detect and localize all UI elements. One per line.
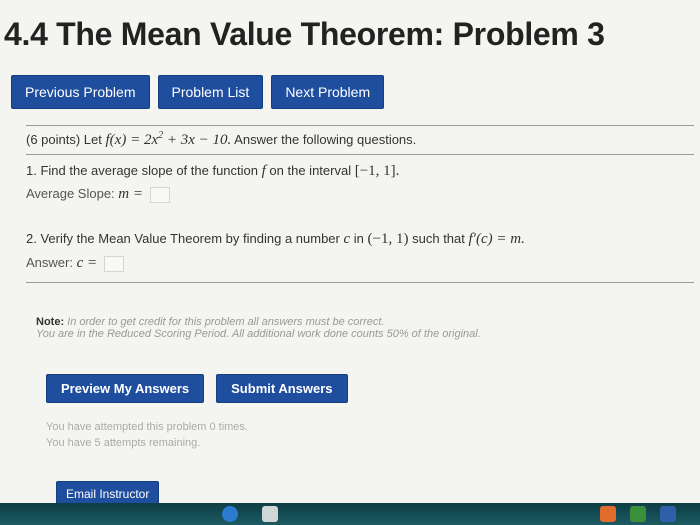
answer-actions: Preview My Answers Submit Answers [46,374,348,403]
average-slope-input[interactable] [149,186,170,203]
app-icon[interactable] [660,506,676,522]
next-problem-button[interactable]: Next Problem [271,75,385,109]
divider [26,125,694,126]
part2-question: 2. Verify the Mean Value Theorem by find… [26,231,525,247]
page-title: 4.4 The Mean Value Theorem: Problem 3 [4,16,605,52]
part1-answer-row: Average Slope: m = [26,186,694,203]
previous-problem-button[interactable]: Previous Problem [11,75,150,109]
part2-answer-row: Answer: c = [26,255,694,272]
problem-body: (6 points) Let f(x) = 2x2 + 3x − 10. Ans… [26,125,694,283]
problem-statement: (6 points) Let f(x) = 2x2 + 3x − 10. Ans… [26,130,417,148]
preview-answers-button[interactable]: Preview My Answers [46,374,205,403]
taskbar [0,503,700,525]
app-icon[interactable] [600,506,616,522]
part1-question: 1. Find the average slope of the functio… [26,163,400,179]
problem-list-button[interactable]: Problem List [157,75,264,109]
c-value-input[interactable] [103,255,124,272]
problem-nav: Previous Problem Problem List Next Probl… [11,75,385,109]
app-icon[interactable] [262,506,278,522]
divider [26,154,694,155]
divider [26,282,694,283]
browser-icon[interactable] [222,506,238,522]
submit-answers-button[interactable]: Submit Answers [216,374,348,403]
function-definition: f(x) = 2x2 + 3x − 10. [105,130,232,148]
attempts-info: You have attempted this problem 0 times.… [46,421,248,449]
scoring-note: Note: In order to get credit for this pr… [36,316,481,340]
app-icon[interactable] [630,506,646,522]
